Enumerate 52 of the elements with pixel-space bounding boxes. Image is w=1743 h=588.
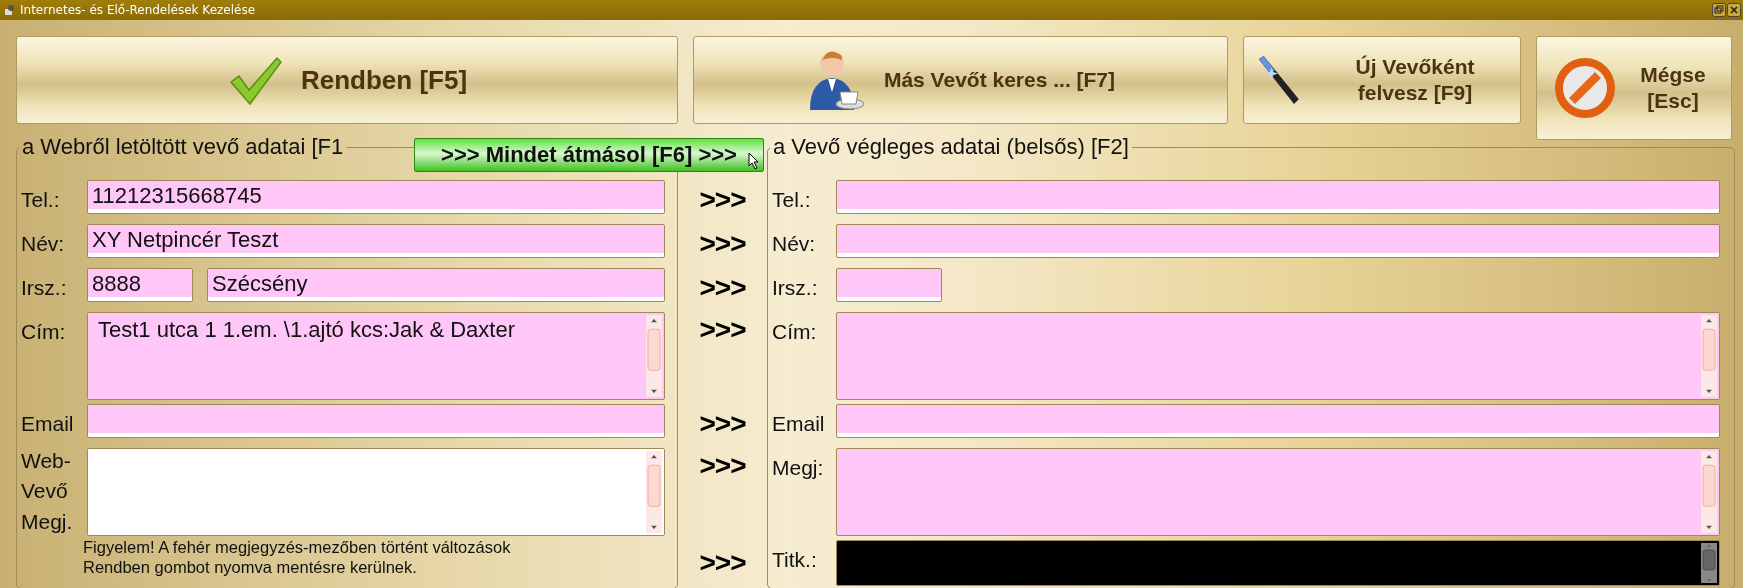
field-label: Email [21, 411, 75, 437]
city-field[interactable]: Szécsény [207, 268, 665, 302]
field-label: Megj: [772, 455, 825, 481]
field-label: Tel.: [772, 187, 812, 213]
field-label: Cím: [21, 319, 67, 345]
scrollbar[interactable] [1701, 451, 1717, 533]
field-label: Email [772, 411, 826, 437]
field-label: Titk.: [772, 547, 818, 573]
cursor-icon [748, 152, 760, 170]
copy-arrow[interactable]: >>> [699, 272, 746, 304]
find-button[interactable]: Más Vevőt keres ... [F7] [693, 36, 1228, 124]
text-area[interactable] [836, 312, 1720, 400]
field-label: Irsz.: [21, 275, 68, 301]
copy-arrow[interactable]: >>> [699, 228, 746, 260]
field-label: Név: [772, 231, 817, 257]
restore-icon[interactable] [1712, 3, 1726, 17]
scrollbar[interactable] [646, 315, 662, 397]
field-label: Cím: [772, 319, 818, 345]
text-field[interactable] [836, 404, 1720, 438]
copy-arrow[interactable]: >>> [699, 446, 746, 482]
copy-all-button[interactable]: >>> Mindet átmásol [F6] >>> [414, 138, 764, 172]
text-field[interactable] [87, 404, 665, 438]
text-area[interactable]: Test1 utca 1 1.em. \1.ajtó kcs:Jak & Daxter [87, 312, 665, 400]
prohibition-icon [1555, 58, 1615, 118]
copy-arrow[interactable]: >>> [699, 408, 746, 440]
close-icon[interactable] [1727, 3, 1741, 17]
scrollbar[interactable] [1701, 543, 1717, 583]
postcode-field[interactable] [836, 268, 942, 302]
scrollbar[interactable] [1701, 315, 1717, 397]
field-label: Irsz.: [772, 275, 819, 301]
window-title: Internetes- és Elő-Rendelések Kezelése [20, 3, 257, 17]
field-label: Tel.: [21, 187, 61, 213]
cancel-button[interactable]: Mégse [Esc] [1536, 36, 1732, 140]
text-field[interactable] [836, 224, 1720, 258]
secret-field[interactable] [836, 540, 1720, 586]
new-button[interactable]: Új Vevőként felvesz [F9] [1243, 36, 1521, 124]
copy-arrow[interactable]: >>> [699, 547, 746, 579]
ok-button[interactable]: Rendben [F5] [16, 36, 678, 124]
notice-text: Figyelem! A fehér megjegyzés-mezőben történt változások Rendben gombot nyomva mentésre kerülnek. [83, 538, 512, 578]
scrollbar[interactable] [646, 451, 662, 533]
field-label: Web-Vevő Megj. [21, 448, 74, 535]
group-title: a Webről letöltött vevő adatai [F1 [21, 134, 345, 160]
text-field[interactable]: 11212315668745 [87, 180, 665, 214]
text-field[interactable] [836, 180, 1720, 214]
copy-arrow[interactable]: >>> [699, 310, 746, 346]
text-area[interactable] [87, 448, 665, 536]
copy-arrow[interactable]: >>> [699, 184, 746, 216]
field-label: Név: [21, 231, 66, 257]
group-title: a Vevő végleges adatai (belsős) [F2] [772, 134, 1130, 160]
text-field[interactable]: XY Netpincér Teszt [87, 224, 665, 258]
app-icon [4, 4, 16, 16]
postcode-field[interactable]: 8888 [87, 268, 193, 302]
